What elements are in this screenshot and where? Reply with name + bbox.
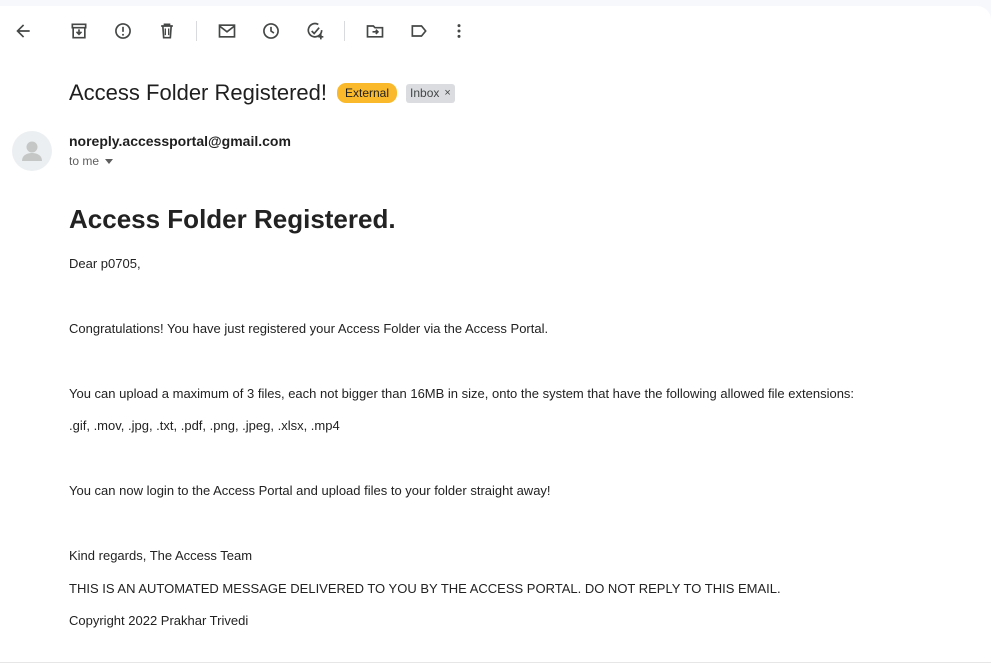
divider — [0, 662, 991, 663]
snooze-icon[interactable] — [257, 17, 285, 45]
person-icon — [22, 141, 42, 161]
email-toolbar — [0, 6, 991, 56]
paragraph-registration: Congratulations! You have just registere… — [69, 321, 549, 336]
subject-row: Access Folder Registered! External Inbox… — [69, 76, 455, 110]
more-icon[interactable] — [445, 17, 473, 45]
email-view: Access Folder Registered! External Inbox… — [0, 6, 991, 664]
back-arrow-icon[interactable] — [9, 17, 37, 45]
report-spam-icon[interactable] — [109, 17, 137, 45]
automated-notice: THIS IS AN AUTOMATED MESSAGE DELIVERED T… — [69, 581, 781, 596]
inbox-label-chip[interactable]: Inbox × — [406, 83, 455, 103]
signoff: Kind regards, The Access Team — [69, 548, 253, 563]
recipient-details-toggle[interactable]: to me — [69, 154, 114, 168]
add-to-tasks-icon[interactable] — [301, 17, 329, 45]
avatar — [12, 131, 52, 171]
label-icon[interactable] — [405, 17, 433, 45]
toolbar-divider — [196, 21, 197, 41]
sender-address[interactable]: noreply.accessportal@gmail.com — [69, 133, 291, 149]
external-badge: External — [337, 83, 398, 103]
allowed-extensions: .gif, .mov, .jpg, .txt, .pdf, .png, .jpe… — [69, 418, 340, 433]
toolbar-divider — [344, 21, 345, 41]
move-to-icon[interactable] — [361, 17, 389, 45]
recipient-label: to me — [69, 154, 100, 168]
remove-label-icon[interactable]: × — [444, 86, 450, 101]
mark-unread-icon[interactable] — [213, 17, 241, 45]
paragraph-login: You can now login to the Access Portal a… — [69, 483, 551, 498]
message-heading: Access Folder Registered. — [69, 204, 396, 234]
paragraph-upload-limits: You can upload a maximum of 3 files, eac… — [69, 386, 855, 401]
inbox-label-text: Inbox — [410, 85, 440, 100]
email-subject: Access Folder Registered! — [69, 80, 327, 105]
caret-down-icon — [105, 158, 114, 164]
delete-icon[interactable] — [153, 17, 181, 45]
archive-icon[interactable] — [65, 17, 93, 45]
greeting: Dear p0705, — [69, 256, 141, 271]
copyright: Copyright 2022 Prakhar Trivedi — [69, 613, 249, 628]
